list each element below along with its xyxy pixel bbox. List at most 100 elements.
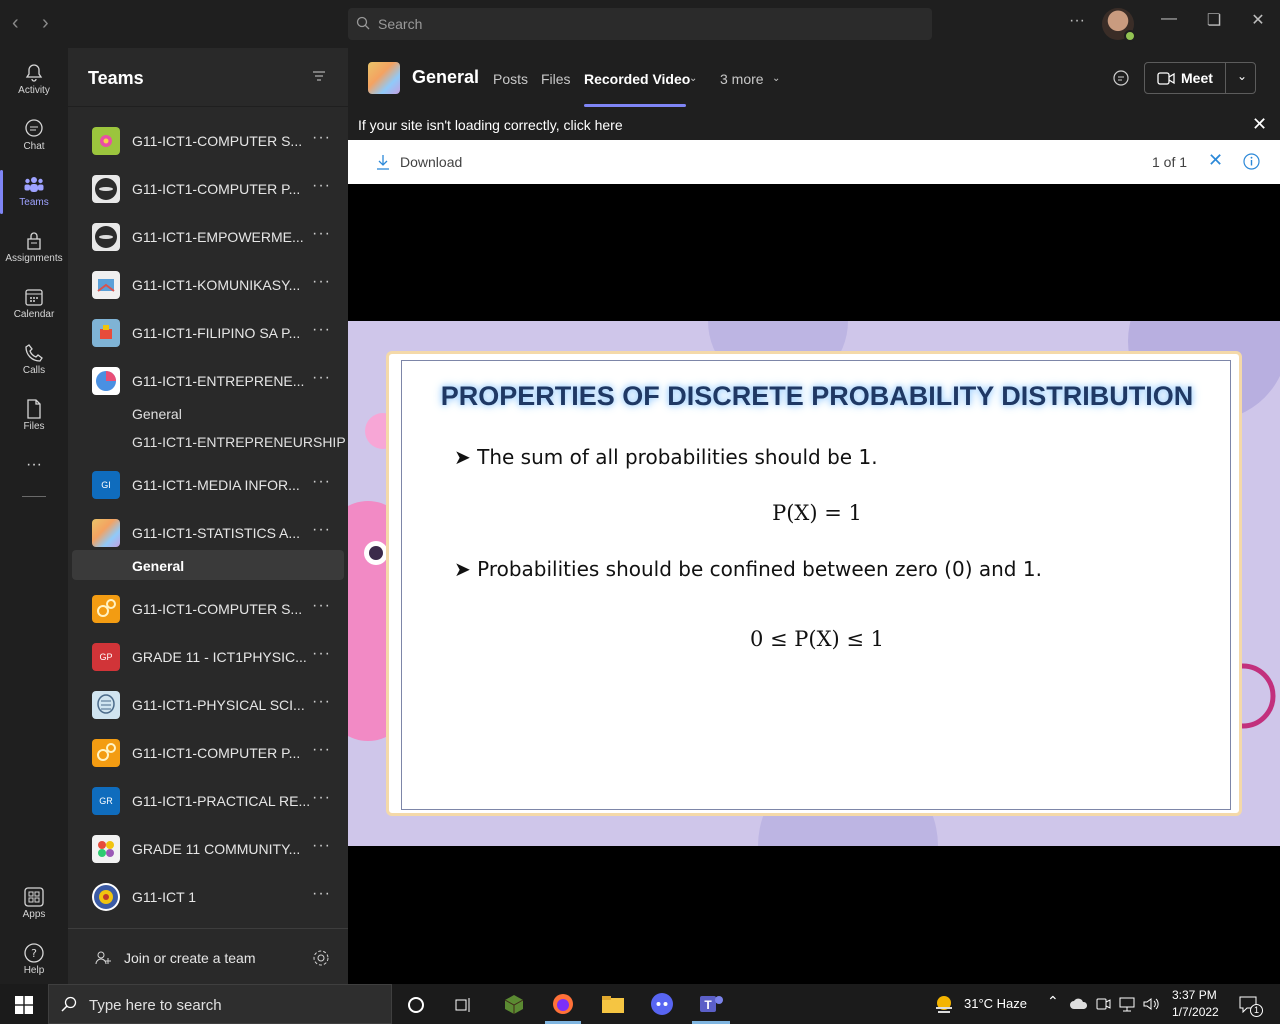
rail-chat[interactable]: Chat [0,108,68,164]
more-icon[interactable]: ··· [312,597,331,615]
more-icon[interactable]: ··· [312,129,331,147]
team-item[interactable]: G11-ICT1-FILIPINO SA P... ··· [68,309,348,357]
close-viewer-icon[interactable]: ✕ [1208,150,1223,171]
banner-text[interactable]: If your site isn't loading correctly, cl… [358,117,623,133]
rail-label: Teams [19,197,49,208]
minimize-icon[interactable]: — [1154,10,1184,28]
meet-now-icon[interactable] [1095,996,1111,1012]
channel-item[interactable]: G11-ICT1-ENTREPRENEURSHIP [132,434,346,450]
info-icon[interactable] [1243,153,1260,170]
back-arrow-icon[interactable]: ‹ [12,12,19,35]
team-name: G11-ICT1-COMPUTER S... [132,601,303,617]
cortana-icon[interactable] [407,996,425,1014]
more-icon[interactable]: ··· [312,473,331,491]
more-icon[interactable]: ··· [312,273,331,291]
team-name: G11-ICT1-COMPUTER P... [132,745,301,761]
rail-help[interactable]: ? Help [0,932,68,988]
team-item[interactable]: G11-ICT1-COMPUTER P... ··· [68,165,348,213]
more-icon[interactable]: ··· [312,225,331,243]
user-avatar[interactable] [1102,8,1136,42]
team-avatar [92,739,120,767]
onedrive-icon[interactable] [1070,997,1088,1010]
minecraft-icon[interactable] [503,993,525,1015]
download-button[interactable]: Download [400,154,462,170]
download-icon[interactable] [376,154,390,170]
weather-status[interactable]: 31°C Haze [964,996,1027,1011]
chevron-up-icon[interactable]: ⌃ [1047,993,1059,1010]
more-icon[interactable]: ··· [312,177,331,195]
more-icon[interactable]: ··· [312,369,331,387]
tab-files[interactable]: Files [541,71,571,87]
clock-date[interactable]: 1/7/2022 [1172,1005,1219,1019]
task-view-icon[interactable] [454,996,472,1014]
meet-label: Meet [1181,70,1213,86]
team-item[interactable]: G11-ICT1-KOMUNIKASY... ··· [68,261,348,309]
rail-apps[interactable]: Apps [0,876,68,932]
team-item[interactable]: GP GRADE 11 - ICT1PHYSIC... ··· [68,633,348,681]
search-input[interactable]: Search [348,8,932,40]
title-bar: ‹ › Search ··· — ❏ ✕ [0,0,1280,48]
windows-start-icon[interactable] [15,996,33,1014]
channel-item-selected[interactable]: General [72,550,344,580]
rail-label: Apps [22,909,46,920]
video-player[interactable]: PROPERTIES OF DISCRETE PROBABILITY DISTR… [348,184,1280,984]
team-item[interactable]: G11-ICT1-EMPOWERME... ··· [68,213,348,261]
rail-calendar[interactable]: Calendar [0,276,68,332]
rail-activity[interactable]: Activity [0,52,68,108]
team-item[interactable]: GR G11-ICT1-PRACTICAL RE... ··· [68,777,348,825]
more-icon[interactable]: ··· [312,321,331,339]
rail-calls[interactable]: Calls [0,332,68,388]
more-options-icon[interactable]: ··· [1062,12,1092,30]
svg-text:?: ? [31,947,37,960]
meet-button[interactable]: Meet ⌄ [1144,62,1256,94]
taskbar-search[interactable]: Type here to search [48,984,392,1024]
chevron-down-icon[interactable]: ⌄ [689,73,697,84]
team-item[interactable]: G11-ICT1-COMPUTER S... ··· [68,585,348,633]
chevron-down-icon[interactable]: ⌄ [772,73,780,84]
team-item[interactable]: GI G11-ICT1-MEDIA INFOR... ··· [68,461,348,509]
tab-posts[interactable]: Posts [493,71,528,87]
more-icon[interactable]: ··· [312,645,331,663]
rail-label: Help [23,965,45,976]
restore-icon[interactable]: ❏ [1199,10,1229,30]
forward-arrow-icon[interactable]: › [42,12,49,35]
more-icon[interactable]: ··· [312,885,331,903]
firefox-icon[interactable] [552,993,574,1015]
more-icon[interactable]: ··· [312,837,331,855]
rail-files[interactable]: Files [0,388,68,444]
join-create-team[interactable]: Join or create a team [68,928,348,984]
team-item[interactable]: G11-ICT1-COMPUTER P... ··· [68,729,348,777]
clock-time[interactable]: 3:37 PM [1172,988,1217,1002]
channel-item[interactable]: General [132,406,182,422]
tab-more[interactable]: 3 more [720,71,764,87]
rail-teams[interactable]: Teams [0,164,68,220]
tab-recorded-video[interactable]: Recorded Video [584,71,690,87]
volume-icon[interactable] [1142,996,1160,1012]
slide-bullet: ➤ Probabilities should be confined betwe… [454,557,1042,581]
discord-icon[interactable] [650,993,674,1015]
presentation-slide: PROPERTIES OF DISCRETE PROBABILITY DISTR… [348,321,1280,846]
network-icon[interactable] [1118,996,1136,1012]
filter-icon[interactable] [312,70,326,82]
file-explorer-icon[interactable] [601,994,625,1014]
more-icon[interactable]: ··· [312,693,331,711]
team-item[interactable]: G11-ICT1-PHYSICAL SCI... ··· [68,681,348,729]
team-item[interactable]: G11-ICT1-COMPUTER S... ··· [68,117,348,165]
more-icon[interactable]: ··· [312,789,331,807]
site-loading-banner[interactable]: If your site isn't loading correctly, cl… [348,108,1280,140]
app-rail: Activity Chat Teams Assignments Calendar… [0,48,68,984]
teams-app-icon[interactable]: T [698,993,724,1015]
team-name: G11-ICT1-FILIPINO SA P... [132,325,301,341]
close-icon[interactable]: ✕ [1252,114,1267,135]
conversation-icon[interactable] [1112,69,1130,87]
team-item[interactable]: GRADE 11 COMMUNITY... ··· [68,825,348,873]
rail-assignments[interactable]: Assignments [0,220,68,276]
chevron-down-icon[interactable]: ⌄ [1237,69,1247,83]
close-window-icon[interactable]: ✕ [1243,10,1273,30]
more-icon[interactable]: ··· [312,741,331,759]
gear-icon[interactable] [312,949,330,967]
team-item[interactable]: G11-ICT1-ENTREPRENE... ··· [68,357,348,405]
team-item[interactable]: G11-ICT 1 ··· [68,873,348,921]
more-icon[interactable]: ··· [312,521,331,539]
search-icon [356,16,370,30]
